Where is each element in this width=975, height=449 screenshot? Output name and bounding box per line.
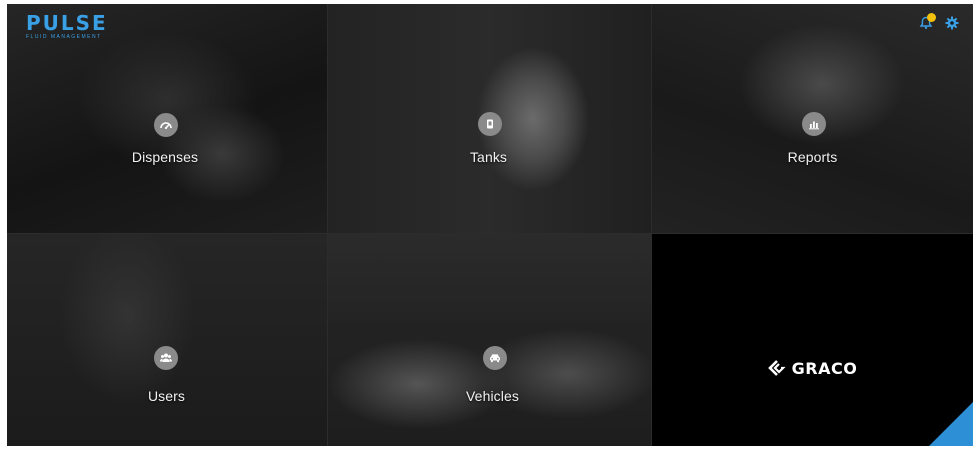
gauge-icon [154,113,178,137]
tile-label: Tanks [469,149,508,165]
vehicles-background [328,234,651,446]
gear-icon [945,16,959,30]
graco-wordmark: GRACO [791,359,858,378]
tile-reports[interactable]: Reports [652,4,973,234]
tile-users[interactable]: Users [7,234,328,446]
users-icon [154,346,178,370]
bar-chart-icon [802,112,826,136]
tile-label: Dispenses [131,149,199,165]
pulse-logo[interactable]: PULSE FLUID MANAGEMENT [26,13,108,40]
tile-label: Reports [787,149,838,165]
tile-label: Users [147,388,186,404]
logo-subtitle: FLUID MANAGEMENT [26,34,102,40]
notification-dot [927,13,936,22]
tank-icon [478,112,502,136]
graco-logo: GRACO [652,359,973,380]
car-icon [483,346,507,370]
logo-wordmark: PULSE [26,11,108,35]
graco-mark-icon [767,359,786,380]
notifications-button[interactable] [917,13,936,32]
users-background [7,234,327,446]
tile-label: Vehicles [466,388,519,404]
graco-panel: GRACO [652,234,973,446]
corner-accent [929,402,973,446]
settings-button[interactable] [943,14,961,32]
tile-tanks[interactable]: Tanks [328,4,652,234]
dashboard: PULSE FLUID MANAGEMENT Dispenses Tanks R… [7,4,973,446]
header-actions [917,13,961,32]
tile-vehicles[interactable]: Vehicles [328,234,652,446]
